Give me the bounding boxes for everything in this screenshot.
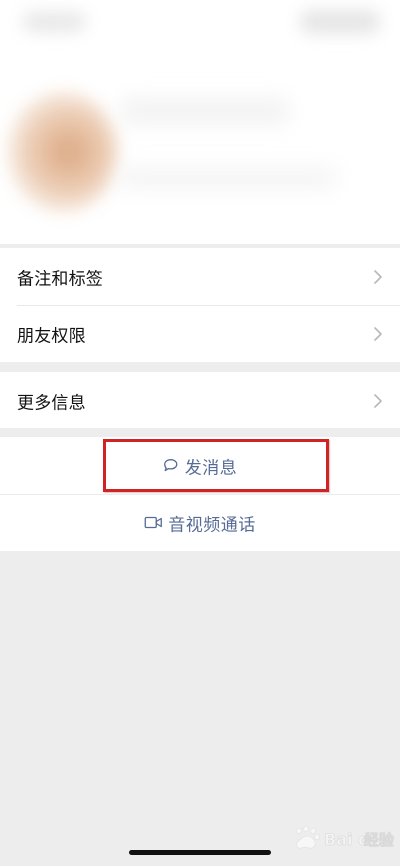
chevron-right-icon (374, 326, 382, 341)
avatar[interactable] (8, 92, 118, 212)
svg-text:经验: 经验 (364, 831, 395, 849)
chevron-right-icon (374, 393, 382, 408)
audio-video-call-content: 音视频通话 (144, 510, 256, 535)
more-info-card: 更多信息 (0, 372, 400, 428)
remarks-tags-label: 备注和标签 (17, 269, 103, 288)
home-indicator (129, 850, 271, 855)
audio-video-call-button[interactable]: 音视频通话 (0, 494, 400, 551)
friend-permissions-row[interactable]: 朋友权限 (0, 305, 400, 362)
remarks-tags-row[interactable]: 备注和标签 (0, 248, 400, 305)
more-info-label: 更多信息 (17, 393, 86, 412)
video-camera-icon (144, 516, 162, 529)
baidu-watermark-logo: Bai du 经验 (296, 826, 395, 849)
profile-header (0, 0, 400, 244)
send-message-highlight (103, 439, 329, 492)
chevron-right-icon (374, 269, 382, 284)
more-info-row[interactable]: 更多信息 (0, 372, 400, 429)
top-right-blurred-area (300, 10, 380, 34)
blurred-profile-name (120, 98, 290, 124)
top-left-blurred-area (22, 12, 86, 32)
blurred-profile-details (118, 168, 338, 188)
baidu-jingyan-watermark: Bai du 经验 (286, 822, 396, 856)
audio-video-call-label: 音视频通话 (168, 515, 256, 534)
settings-card: 备注和标签 朋友权限 (0, 248, 400, 362)
friend-permissions-label: 朋友权限 (17, 326, 86, 345)
